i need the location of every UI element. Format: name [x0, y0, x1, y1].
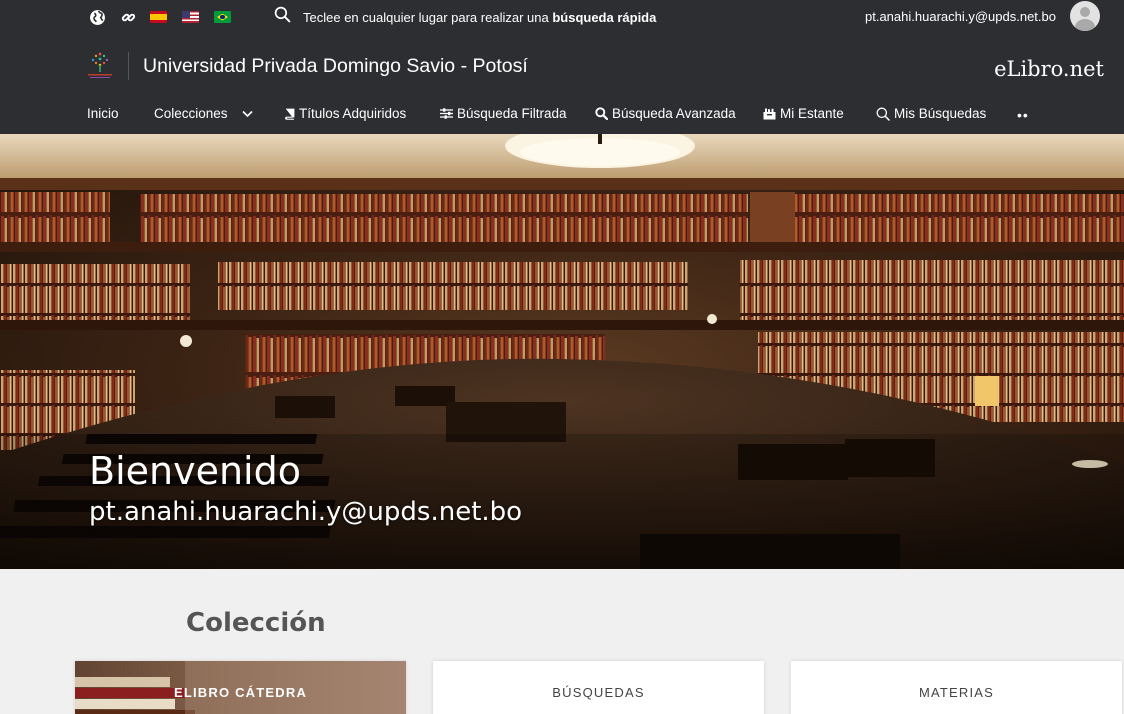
user-email[interactable]: pt.anahi.huarachi.y@upds.net.bo: [865, 9, 1056, 24]
main-nav: Inicio Colecciones Títulos Adquiridos Bú…: [0, 96, 1124, 134]
spanish-flag-icon[interactable]: [150, 11, 167, 23]
utility-row: Teclee en cualquier lugar para realizar …: [0, 0, 1124, 36]
search-icon: [876, 107, 890, 121]
card-label: MATERIAS: [918, 685, 995, 700]
card-label: BÚSQUEDAS: [552, 685, 645, 700]
globe-icon[interactable]: [88, 8, 106, 26]
brand-row: Universidad Privada Domingo Savio - Poto…: [0, 36, 1124, 96]
shelf-icon: [763, 108, 776, 120]
quick-search-hint: Teclee en cualquier lugar para realizar …: [303, 9, 657, 25]
nav-item-busqueda-filtrada[interactable]: Búsqueda Filtrada: [440, 106, 567, 121]
hero-banner: Bienvenido pt.anahi.huarachi.y@upds.net.…: [0, 134, 1124, 569]
nav-label: Títulos Adquiridos: [299, 106, 407, 121]
card-elibro-catedra[interactable]: ELIBRO CÁTEDRA: [75, 661, 406, 714]
chevron-down-icon: [241, 110, 253, 118]
portuguese-flag-icon[interactable]: [214, 11, 231, 23]
nav-label: Búsqueda Filtrada: [457, 106, 567, 121]
welcome-heading: Bienvenido: [89, 449, 301, 493]
collection-title: Colección: [186, 608, 326, 638]
book-icon: [284, 108, 295, 120]
logo-divider: [128, 52, 129, 80]
nav-item-busqueda-avanzada[interactable]: Búsqueda Avanzada: [595, 106, 736, 121]
quick-search[interactable]: Teclee en cualquier lugar para realizar …: [274, 6, 657, 28]
university-logo[interactable]: [84, 50, 116, 80]
search-icon: [595, 107, 608, 120]
elibro-logo[interactable]: eLibro.net: [994, 57, 1104, 81]
nav-item-colecciones[interactable]: Colecciones: [154, 106, 253, 121]
sliders-icon: [440, 108, 453, 119]
avatar[interactable]: [1070, 1, 1100, 31]
university-name[interactable]: Universidad Privada Domingo Savio - Poto…: [143, 55, 528, 78]
card-busquedas[interactable]: BÚSQUEDAS: [433, 661, 764, 714]
nav-label: Inicio: [87, 106, 119, 121]
nav-item-mi-estante[interactable]: Mi Estante: [763, 106, 844, 121]
nav-item-inicio[interactable]: Inicio: [87, 106, 119, 121]
more-menu-button[interactable]: ••: [1017, 107, 1029, 123]
nav-label: Búsqueda Avanzada: [612, 106, 736, 121]
nav-item-titulos-adquiridos[interactable]: Títulos Adquiridos: [284, 106, 406, 121]
link-icon[interactable]: [119, 8, 137, 26]
english-flag-icon[interactable]: [182, 11, 199, 23]
welcome-user-email: pt.anahi.huarachi.y@upds.net.bo: [89, 497, 523, 527]
card-materias[interactable]: MATERIAS: [791, 661, 1122, 714]
search-icon: [274, 6, 291, 28]
nav-item-mis-busquedas[interactable]: Mis Búsquedas: [876, 106, 986, 121]
top-bar: Teclee en cualquier lugar para realizar …: [0, 0, 1124, 134]
nav-label: Mis Búsquedas: [894, 106, 987, 121]
card-label: ELIBRO CÁTEDRA: [173, 685, 308, 700]
nav-label: Colecciones: [154, 106, 228, 121]
nav-label: Mi Estante: [780, 106, 844, 121]
